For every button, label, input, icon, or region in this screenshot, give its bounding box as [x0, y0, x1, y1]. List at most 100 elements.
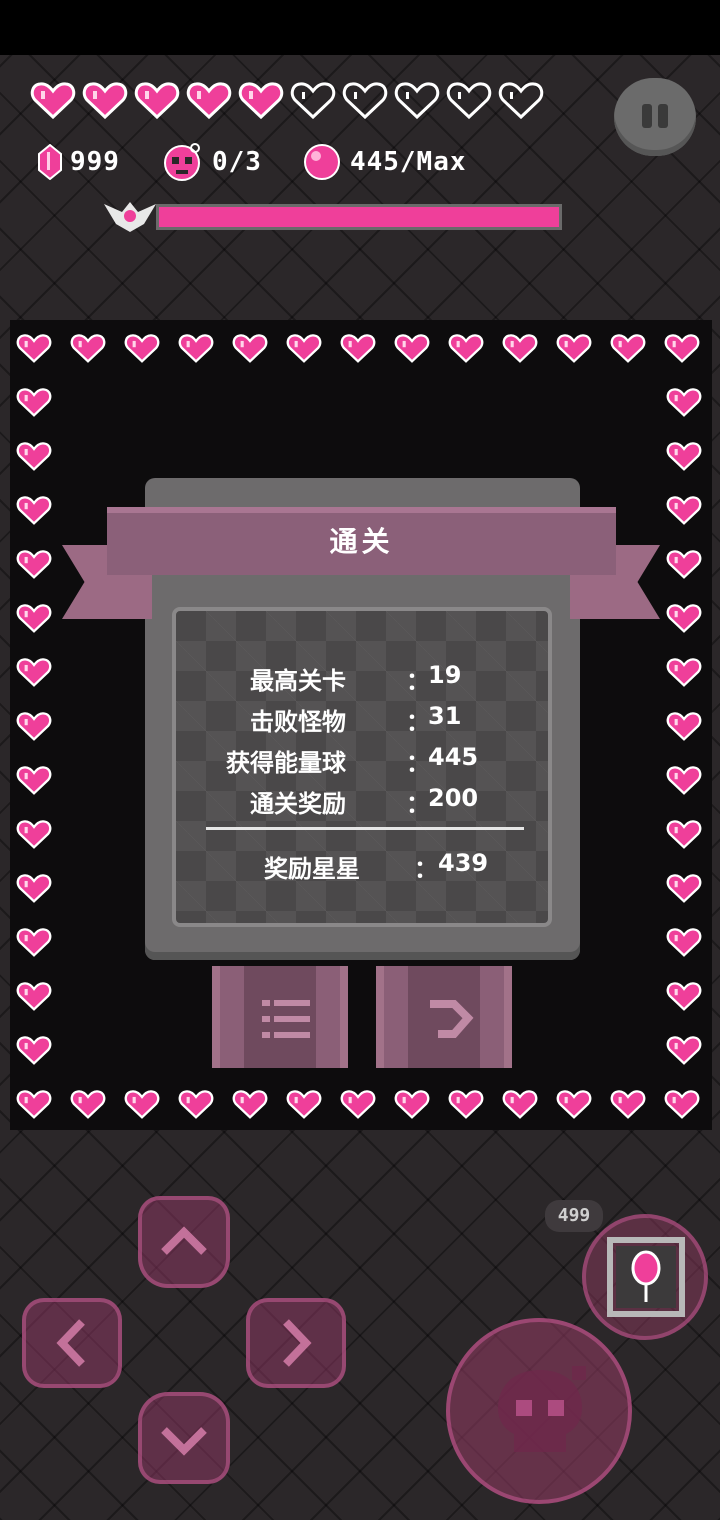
stat-value: 200 [428, 784, 479, 812]
stat-label: 击败怪物 [250, 708, 346, 736]
border-heart-icon [16, 604, 52, 633]
skull-count: 0/3 [211, 147, 262, 177]
orb-counter: 445/Max [302, 142, 467, 182]
border-heart-icon [394, 1090, 430, 1119]
next-arrow-icon [430, 1000, 474, 1038]
border-heart-icon [16, 496, 52, 525]
border-heart-icon [340, 334, 376, 363]
heart-icon [30, 82, 76, 120]
stat-colon: ： [406, 749, 430, 777]
status-bar [0, 0, 720, 55]
heart-icon [82, 82, 128, 120]
attack-button[interactable] [446, 1318, 632, 1504]
border-heart-icon [16, 442, 52, 471]
border-heart-icon [556, 334, 592, 363]
skill-button[interactable] [582, 1214, 708, 1340]
dpad-down-button[interactable] [138, 1392, 230, 1484]
boss-progress-bar [156, 204, 562, 230]
border-heart-icon [666, 388, 702, 417]
border-heart-icon [16, 874, 52, 903]
border-heart-icon [16, 550, 52, 579]
pause-icon-bar [658, 104, 668, 128]
border-heart-icon [664, 334, 700, 363]
stat-label: 通关奖励 [250, 790, 346, 818]
border-heart-icon [666, 820, 702, 849]
border-heart-icon [16, 388, 52, 417]
pause-icon [642, 104, 652, 128]
dialog-title: 通关 [329, 525, 394, 558]
heart-icon [394, 82, 440, 120]
left-arrow-icon [56, 1319, 85, 1367]
border-heart-icon [610, 334, 646, 363]
border-heart-icon [666, 442, 702, 471]
border-heart-icon [286, 1090, 322, 1119]
border-heart-icon [16, 712, 52, 741]
border-heart-icon [16, 820, 52, 849]
gem-icon [38, 144, 62, 180]
border-heart-icon [666, 874, 702, 903]
orb-count: 445/Max [349, 147, 467, 177]
border-heart-icon [666, 658, 702, 687]
border-heart-icon [664, 1090, 700, 1119]
skill-count-badge: 499 [545, 1200, 603, 1232]
skull-icon [163, 143, 200, 181]
stat-colon: ： [406, 790, 430, 818]
balloon-skill-icon [607, 1237, 685, 1317]
stat-value: 31 [428, 702, 462, 730]
border-heart-icon [16, 928, 52, 957]
border-heart-icon [70, 1090, 106, 1119]
border-heart-icon [666, 604, 702, 633]
heart-border-bottom [16, 1086, 700, 1122]
border-heart-icon [666, 1036, 702, 1065]
border-heart-icon [610, 1090, 646, 1119]
menu-button[interactable] [212, 966, 348, 1068]
border-heart-icon [124, 334, 160, 363]
gem-count: 999 [70, 147, 120, 177]
dpad-up-button[interactable] [138, 1196, 230, 1288]
heart-border-left [16, 384, 52, 1068]
border-heart-icon [286, 334, 322, 363]
health-hearts [30, 80, 544, 120]
boss-progress-fill [159, 207, 559, 227]
stat-value: 445 [428, 743, 479, 771]
border-heart-icon [124, 1090, 160, 1119]
boss-wing-icon [104, 202, 156, 232]
border-heart-icon [448, 334, 484, 363]
border-heart-icon [16, 1036, 52, 1065]
heart-icon [186, 82, 232, 120]
list-icon [262, 1000, 310, 1038]
border-heart-icon [232, 1090, 268, 1119]
total-value: 439 [438, 849, 489, 877]
dpad-left-button[interactable] [22, 1298, 122, 1388]
border-heart-icon [666, 766, 702, 795]
stat-label: 最高关卡 [250, 667, 346, 695]
heart-icon [342, 82, 388, 120]
skull-counter: 0/3 [160, 142, 262, 182]
border-heart-icon [666, 496, 702, 525]
result-banner: 通关 [107, 507, 616, 575]
border-heart-icon [178, 334, 214, 363]
down-arrow-icon [161, 1427, 207, 1456]
heart-border-right [666, 384, 702, 1068]
border-heart-icon [178, 1090, 214, 1119]
stat-label: 获得能量球 [226, 749, 346, 777]
result-stats: 最高关卡 ： 19 击败怪物 ： 31 获得能量球 ： 445 通关奖励 ： 2… [172, 607, 552, 927]
border-heart-icon [502, 1090, 538, 1119]
next-button[interactable] [376, 966, 512, 1068]
pause-button[interactable] [614, 78, 696, 156]
up-arrow-icon [161, 1226, 207, 1255]
heart-border-top [16, 330, 700, 366]
border-heart-icon [666, 712, 702, 741]
border-heart-icon [16, 334, 52, 363]
dpad-right-button[interactable] [246, 1298, 346, 1388]
stat-colon: ： [406, 708, 430, 736]
stat-colon: ： [406, 667, 430, 695]
skull-attack-icon [498, 1366, 586, 1452]
border-heart-icon [16, 1090, 52, 1119]
resource-stats: 999 0/3 445/Max [38, 140, 507, 184]
heart-icon [238, 82, 284, 120]
heart-icon [290, 82, 336, 120]
border-heart-icon [16, 658, 52, 687]
divider [206, 827, 524, 830]
border-heart-icon [502, 334, 538, 363]
